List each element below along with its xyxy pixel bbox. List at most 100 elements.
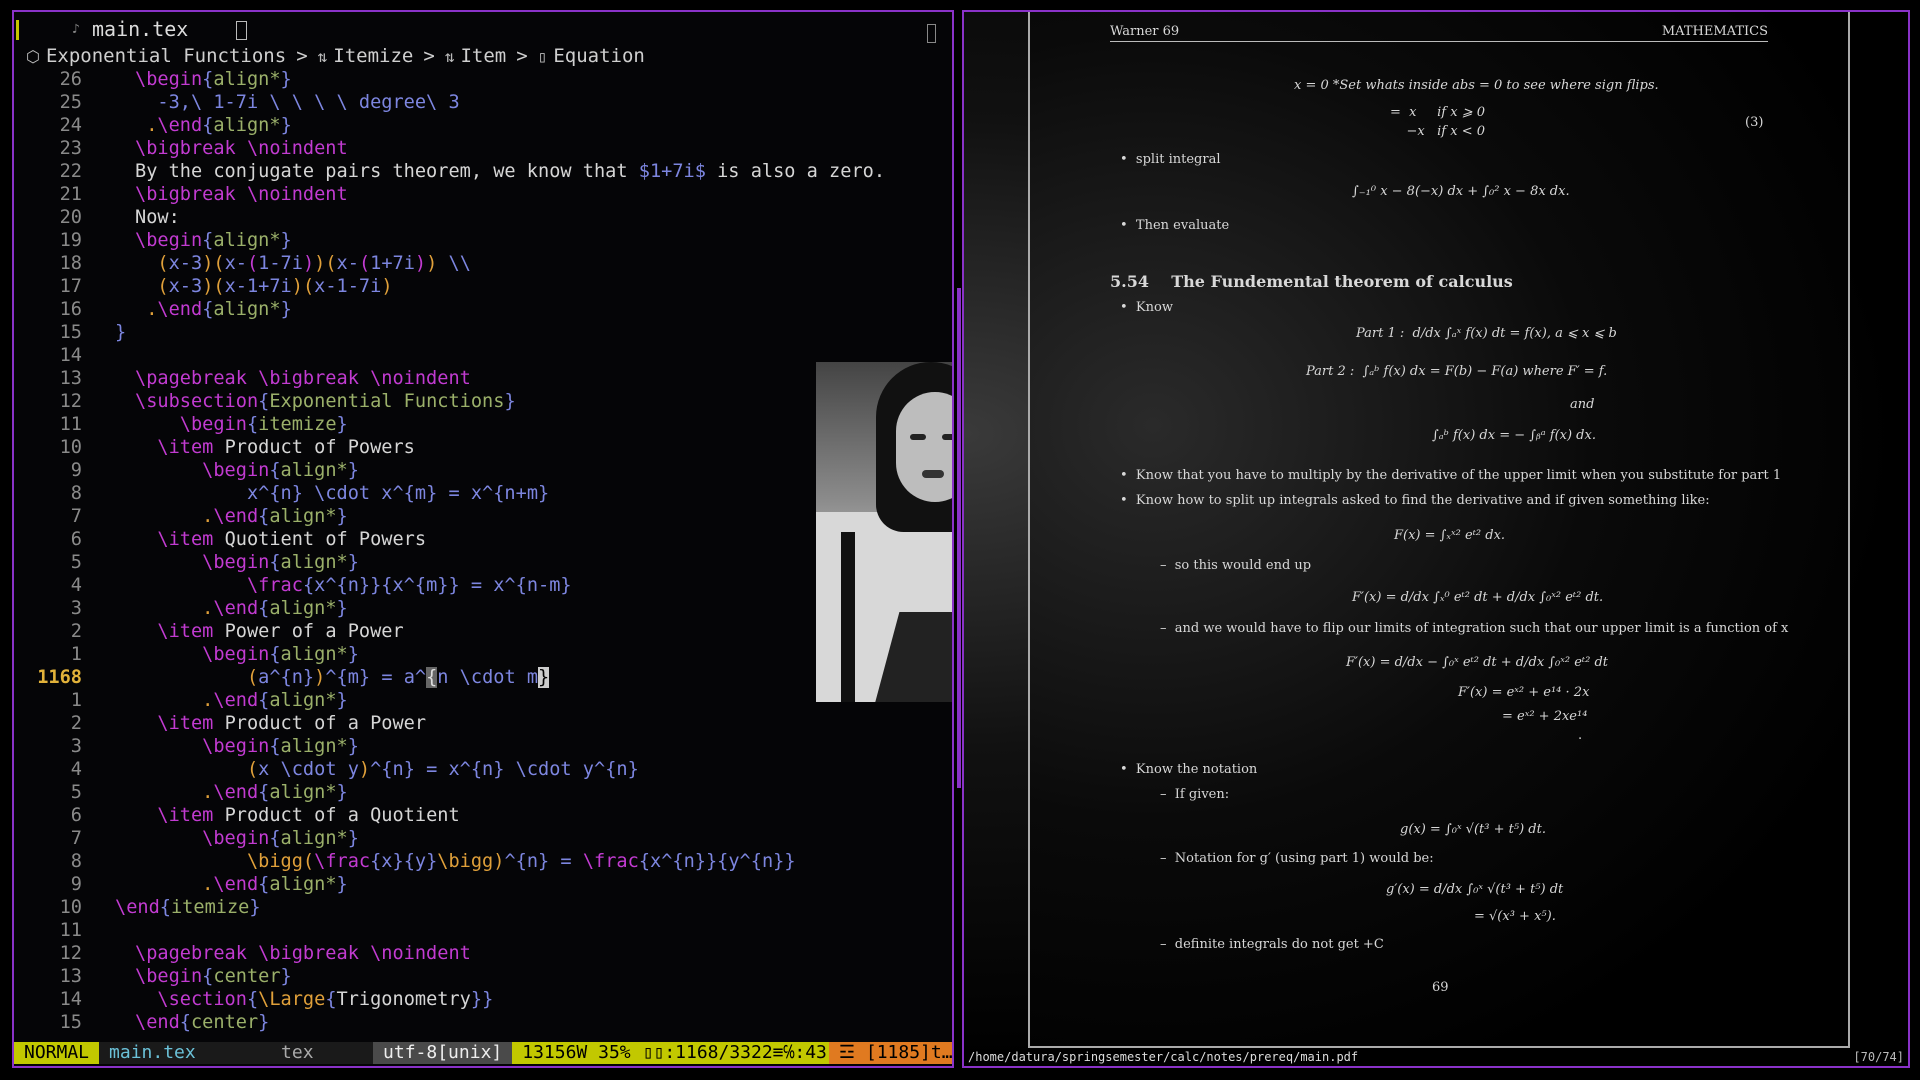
statusline: NORMAL main.tex tex utf-8[unix] 13156W 3… xyxy=(14,1042,952,1064)
code-line[interactable]: 3 .\end{align*} xyxy=(14,597,952,620)
code-line[interactable]: 11 \begin{itemize} xyxy=(14,413,952,436)
tab-close-icon[interactable] xyxy=(236,21,247,40)
code-line[interactable]: 14 xyxy=(14,344,952,367)
code-line[interactable]: 2 \item Power of a Power xyxy=(14,620,952,643)
equation-number: (3) xyxy=(1745,115,1764,130)
breadcrumb-equation[interactable]: Equation xyxy=(553,45,645,67)
line-number: 10 xyxy=(59,437,82,458)
pdf-text: • Then evaluate xyxy=(1120,218,1230,233)
code-line[interactable]: 13 \pagebreak \bigbreak \noindent xyxy=(14,367,952,390)
editor-pane[interactable]: ♪ main.tex ⬡ Exponential Functions > ⇅ Itemi… xyxy=(12,10,954,1068)
code-text: \item Quotient of Powers xyxy=(157,529,427,550)
code-line[interactable]: 22 By the conjugate pairs theorem, we kno… xyxy=(14,160,952,183)
code-text: (x-3)(x-(1-7i))(x-(1+7i)) \\ xyxy=(157,253,471,274)
line-number: 15 xyxy=(59,322,82,343)
line-number: 1 xyxy=(70,644,82,665)
line-number: 22 xyxy=(59,161,82,182)
code-area[interactable]: 26 \begin{align*} 25 -3,\ 1-7i \ \ \ \ deg… xyxy=(14,68,952,1034)
code-line[interactable]: 13 \begin{center} xyxy=(14,965,952,988)
pdf-text: = √(x³ + x⁵). xyxy=(1474,909,1556,924)
status-diagnostics: ☲ [1185]t… xyxy=(828,1042,952,1064)
line-number: 6 xyxy=(70,529,82,550)
line-number: 26 xyxy=(59,69,82,90)
breadcrumb-item[interactable]: Item xyxy=(460,45,506,67)
pdf-text: • Know that you have to multiply by the … xyxy=(1120,468,1782,483)
code-line[interactable]: 23 \bigbreak \noindent xyxy=(14,137,952,160)
breadcrumb-section[interactable]: Exponential Functions xyxy=(46,45,286,67)
code-line[interactable]: 2 \item Product of a Power xyxy=(14,712,952,735)
sort-icon: ⇅ xyxy=(317,46,328,66)
pdf-text: • Know how to split up integrals asked t… xyxy=(1120,493,1710,508)
line-number: 13 xyxy=(59,368,82,389)
code-line[interactable]: 9 \begin{align*} xyxy=(14,459,952,482)
pdf-text: = x if x ⩾ 0 xyxy=(1390,105,1486,120)
image-preview xyxy=(816,362,952,702)
status-encoding: utf-8[unix] xyxy=(373,1042,513,1064)
code-text: \item Power of a Power xyxy=(157,621,404,642)
tabline: ♪ main.tex xyxy=(14,12,952,44)
code-text: \pagebreak \bigbreak \noindent xyxy=(135,943,471,964)
code-line[interactable]: 8 x^{n} \cdot x^{m} = x^{n+m} xyxy=(14,482,952,505)
code-line[interactable]: 18 (x-3)(x-(1-7i))(x-(1+7i)) \\ xyxy=(14,252,952,275)
pdf-text: Part 2 : ∫ₐᵇ f(x) dx = F(b) − F(a) where… xyxy=(1306,364,1608,379)
code-line[interactable]: 10 \end{itemize} xyxy=(14,896,952,919)
code-line[interactable]: 7 .\end{align*} xyxy=(14,505,952,528)
pdf-text: g′(x) = d/dx ∫₀ˣ √(t³ + t⁵) dt xyxy=(1386,882,1564,897)
tab-main-tex[interactable]: main.tex xyxy=(92,17,188,41)
code-text: \bigg(\frac{x}{y}\bigg)^{n} = \frac{x^{n… xyxy=(246,851,796,872)
line-number: 7 xyxy=(70,828,82,849)
code-line[interactable]: 6 \item Product of a Quotient xyxy=(14,804,952,827)
line-number: 9 xyxy=(70,874,82,895)
line-number: 18 xyxy=(59,253,82,274)
line-number: 12 xyxy=(59,391,82,412)
code-line[interactable]: 6 \item Quotient of Powers xyxy=(14,528,952,551)
code-text: \end{itemize} xyxy=(115,897,261,918)
pdf-text: ∫₋₁⁰ x − 8(−x) dx + ∫₀² x − 8x dx. xyxy=(1352,184,1570,199)
line-number: 4 xyxy=(70,575,82,596)
line-number: 20 xyxy=(59,207,82,228)
pdf-text: g(x) = ∫₀ˣ √(t³ + t⁵) dt. xyxy=(1400,822,1546,837)
code-line[interactable]: 14 \section{\Large{Trigonometry}} xyxy=(14,988,952,1011)
breadcrumb-itemize[interactable]: Itemize xyxy=(333,45,413,67)
code-line[interactable]: 24 .\end{align*} xyxy=(14,114,952,137)
code-line[interactable]: 4 \frac{x^{n}}{x^{m}} = x^{n-m} xyxy=(14,574,952,597)
code-line[interactable]: 5 .\end{align*} xyxy=(14,781,952,804)
code-line[interactable]: 16 .\end{align*} xyxy=(14,298,952,321)
code-line[interactable]: 4 (x \cdot y)^{n} = x^{n} \cdot y^{n} xyxy=(14,758,952,781)
code-line[interactable]: 20 Now: xyxy=(14,206,952,229)
code-line[interactable]: 25 -3,\ 1-7i \ \ \ \ degree\ 3 xyxy=(14,91,952,114)
code-line[interactable]: 7 \begin{align*} xyxy=(14,827,952,850)
code-line[interactable]: 1 \begin{align*} xyxy=(14,643,952,666)
split-divider[interactable] xyxy=(957,288,961,788)
code-line[interactable]: 5 \begin{align*} xyxy=(14,551,952,574)
code-line[interactable]: 17 (x-3)(x-1+7i)(x-1-7i) xyxy=(14,275,952,298)
line-number: 4 xyxy=(70,759,82,780)
code-line[interactable]: 21 \bigbreak \noindent xyxy=(14,183,952,206)
code-line[interactable]: 1 .\end{align*} xyxy=(14,689,952,712)
warning-icon: ☲ xyxy=(838,1042,866,1063)
code-line[interactable]: 12 \pagebreak \bigbreak \noindent xyxy=(14,942,952,965)
code-line[interactable]: 19 \begin{align*} xyxy=(14,229,952,252)
code-text: } xyxy=(115,322,127,343)
code-text: \begin{align*} xyxy=(202,828,359,849)
code-text: (x-3)(x-1+7i)(x-1-7i) xyxy=(157,276,393,297)
code-line[interactable]: 8 \bigg(\frac{x}{y}\bigg)^{n} = \frac{x^… xyxy=(14,850,952,873)
pdf-viewer[interactable]: Warner 69 MATHEMATICS x = 0 *Set whats i… xyxy=(962,10,1910,1068)
code-line[interactable]: 15} xyxy=(14,321,952,344)
code-line[interactable]: 10 \item Product of Powers xyxy=(14,436,952,459)
header-left: Warner 69 xyxy=(1110,24,1180,39)
code-line[interactable]: 15 \end{center} xyxy=(14,1011,952,1034)
page-number: 69 xyxy=(1432,980,1449,995)
status-wordcount: 13156W 35% xyxy=(512,1042,641,1064)
pdf-text: F′(x) = d/dx ∫ₓ⁰ eᵗ² dt + d/dx ∫₀ˣ² eᵗ² … xyxy=(1352,590,1604,605)
code-line[interactable]: 9 .\end{align*} xyxy=(14,873,952,896)
code-line[interactable]: 12 \subsection{Exponential Functions} xyxy=(14,390,952,413)
code-line[interactable]: 1168 (a^{n})^{m} = a^{n \cdot m} xyxy=(14,666,952,689)
line-number: 3 xyxy=(70,736,82,757)
code-line[interactable]: 11 xyxy=(14,919,952,942)
code-text: \item Product of a Power xyxy=(157,713,427,734)
code-line[interactable]: 3 \begin{align*} xyxy=(14,735,952,758)
code-text: \begin{align*} xyxy=(135,230,292,251)
pdf-text: – If given: xyxy=(1160,787,1230,802)
code-line[interactable]: 26 \begin{align*} xyxy=(14,68,952,91)
